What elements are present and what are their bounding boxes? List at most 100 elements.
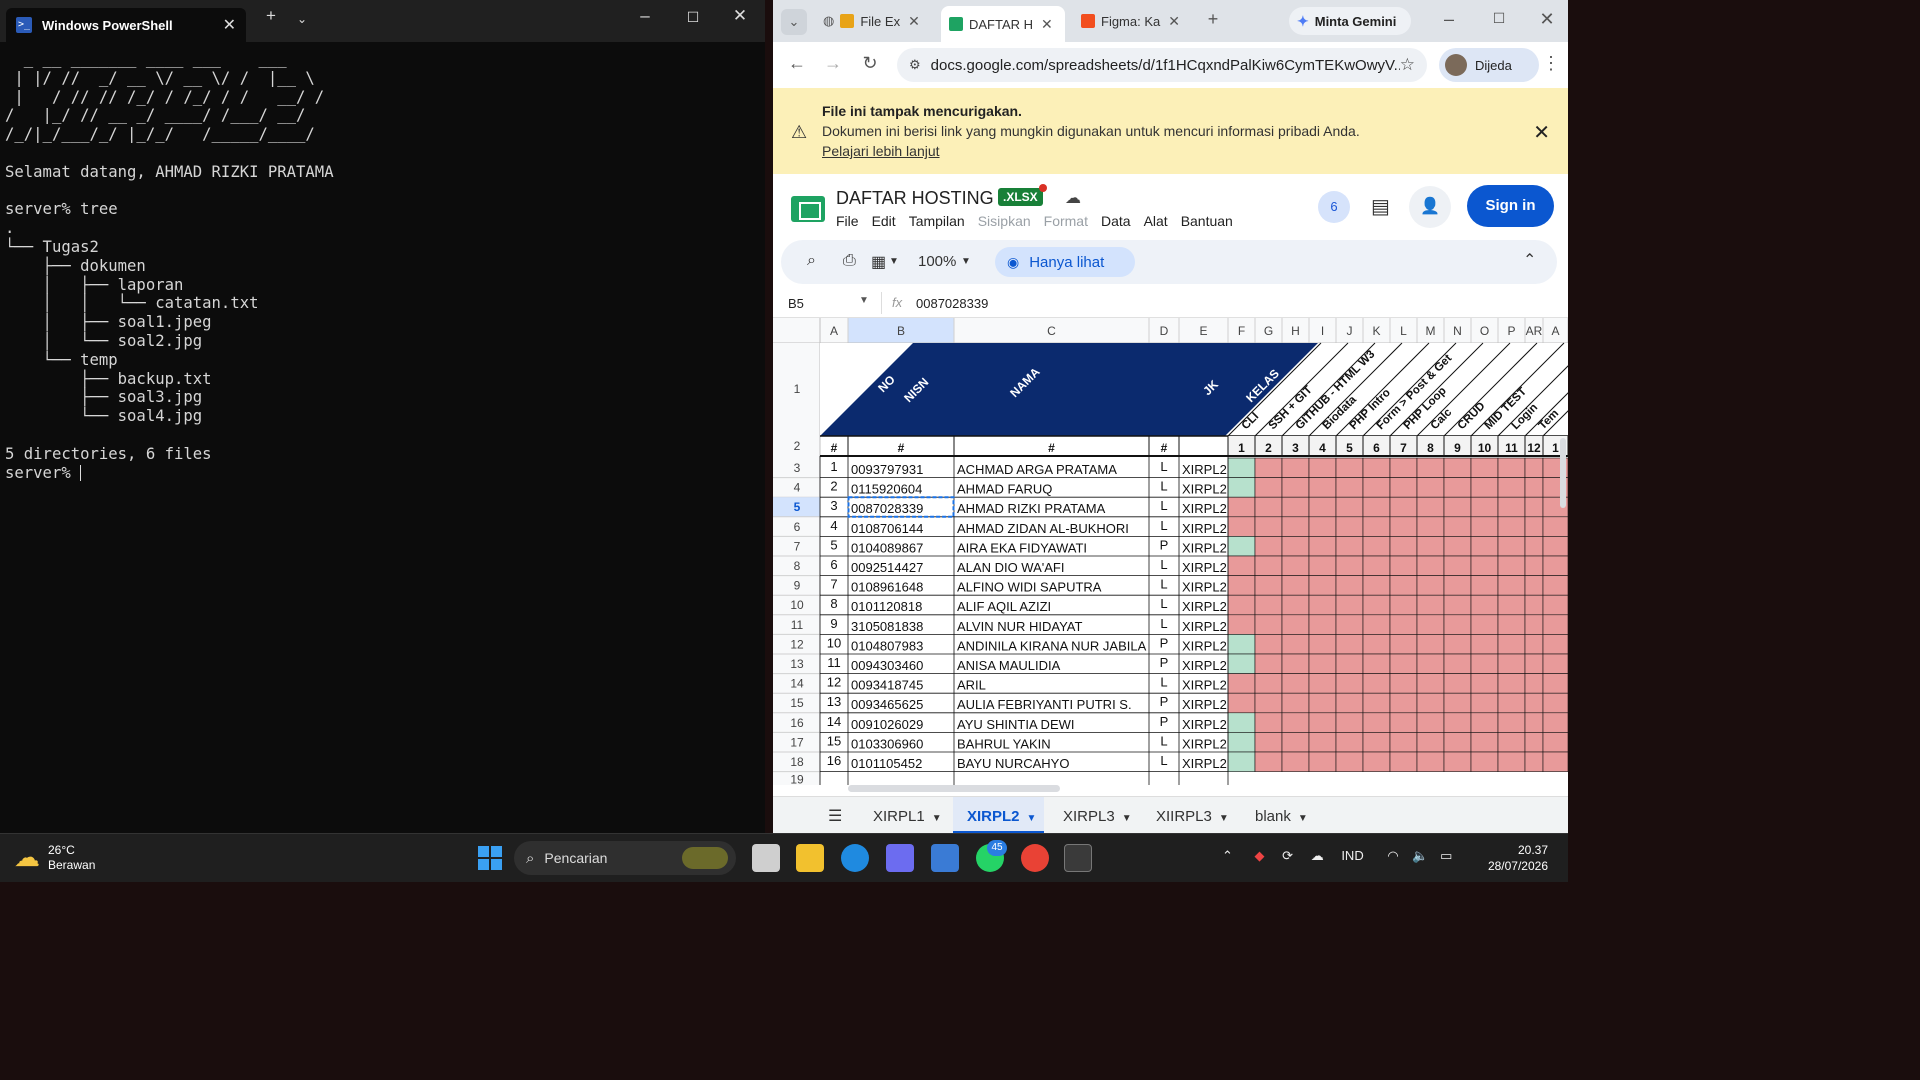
task-cell[interactable] [1524, 653, 1544, 674]
task-cell[interactable] [1524, 614, 1544, 635]
task-cell[interactable] [1308, 653, 1337, 674]
task-cell[interactable] [1362, 634, 1391, 655]
task-cell[interactable] [1416, 516, 1445, 537]
task-cell[interactable] [1335, 575, 1364, 596]
task-cell[interactable] [1443, 712, 1472, 733]
task-cell[interactable] [1308, 496, 1337, 518]
task-cell[interactable] [1254, 536, 1283, 557]
spreadsheet-grid[interactable]: A B C D E F G H I J K L M N O P AR A 1 NO NISN NAMA JK KELAS CLI… [773, 318, 1568, 785]
task-cell[interactable] [1443, 653, 1472, 674]
learn-more-link[interactable]: Pelajari lebih lanjut [822, 143, 940, 159]
sheet-tab-xirpl2[interactable]: XIRPL2 ▼ [953, 797, 1045, 834]
close-tab-icon[interactable]: ✕ [1041, 16, 1053, 33]
task-cell[interactable] [1281, 457, 1310, 478]
task-cell[interactable] [1308, 457, 1337, 478]
task-cell[interactable] [1308, 712, 1337, 733]
powershell-tab[interactable]: >_ Windows PowerShell ✕ [6, 8, 246, 42]
start-button[interactable] [478, 846, 502, 870]
task-cell[interactable] [1281, 712, 1310, 733]
task-cell[interactable] [1416, 536, 1445, 557]
task-cell[interactable] [1389, 496, 1418, 518]
task-cell[interactable] [1497, 457, 1526, 478]
task-cell[interactable] [1416, 692, 1445, 714]
comment-icon[interactable]: ▤ [1371, 194, 1390, 219]
task-cell[interactable] [1281, 516, 1310, 537]
task-cell[interactable] [1227, 516, 1256, 537]
clock[interactable]: 20.37 28/07/2026 [1488, 842, 1548, 874]
task-cell[interactable] [1389, 457, 1418, 478]
chrome-icon[interactable] [1021, 844, 1049, 872]
task-cell[interactable] [1497, 653, 1526, 674]
task-cell[interactable] [1497, 634, 1526, 655]
wifi-icon[interactable]: ◠ [1387, 848, 1398, 863]
task-cell[interactable] [1281, 751, 1310, 772]
task-cell[interactable] [1335, 732, 1364, 753]
task-cell[interactable] [1227, 614, 1256, 635]
task-cell[interactable] [1470, 653, 1499, 674]
task-cell[interactable] [1335, 594, 1364, 616]
task-cell[interactable] [1335, 457, 1364, 478]
task-cell[interactable] [1524, 732, 1544, 753]
task-cell[interactable] [1227, 673, 1256, 694]
task-cell[interactable] [1227, 712, 1256, 733]
task-cell[interactable] [1227, 536, 1256, 557]
task-cell[interactable] [1497, 732, 1526, 753]
task-cell[interactable] [1227, 477, 1256, 498]
name-box[interactable]: B5 [788, 296, 804, 311]
task-cell[interactable] [1335, 496, 1364, 518]
task-cell[interactable] [1443, 575, 1472, 596]
task-cell[interactable] [1497, 614, 1526, 635]
task-cell[interactable] [1281, 594, 1310, 616]
task-cell[interactable] [1542, 732, 1568, 753]
omnibox[interactable]: ⚙ docs.google.com/spreadsheets/d/1f1HCqx… [897, 48, 1427, 82]
task-cell[interactable] [1416, 594, 1445, 616]
task-cell[interactable] [1497, 496, 1526, 518]
task-cell[interactable] [1470, 536, 1499, 557]
task-cell[interactable] [1524, 575, 1544, 596]
task-cell[interactable] [1524, 496, 1544, 518]
task-cell[interactable] [1497, 575, 1526, 596]
task-cell[interactable] [1524, 634, 1544, 655]
gemini-button[interactable]: ✦ Minta Gemini [1289, 7, 1411, 35]
task-cell[interactable] [1281, 614, 1310, 635]
task-cell[interactable] [1308, 614, 1337, 635]
task-cell[interactable] [1227, 751, 1256, 772]
task-cell[interactable] [1524, 594, 1544, 616]
task-cell[interactable] [1416, 575, 1445, 596]
forward-icon[interactable]: → [821, 53, 845, 74]
task-cell[interactable] [1389, 673, 1418, 694]
cloud-icon[interactable]: ☁ [1311, 848, 1324, 863]
menu-edit[interactable]: Edit [872, 213, 896, 229]
task-cell[interactable] [1308, 516, 1337, 537]
task-cell[interactable] [1443, 732, 1472, 753]
task-cell[interactable] [1470, 594, 1499, 616]
task-cell[interactable] [1227, 653, 1256, 674]
task-cell[interactable] [1416, 653, 1445, 674]
profile-button[interactable]: Dijeda [1439, 48, 1539, 82]
browser-tab-figma[interactable]: Figma: Ka ✕ [1073, 6, 1203, 36]
collaborators-badge[interactable]: 6 [1318, 191, 1350, 223]
task-cell[interactable] [1335, 692, 1364, 714]
terminal-output[interactable]: _ __ _______ ____ ___ ___ | |/ // _/ __ … [5, 50, 757, 482]
terminal-icon[interactable] [1064, 844, 1092, 872]
task-cell[interactable] [1524, 516, 1544, 537]
task-cell[interactable] [1389, 536, 1418, 557]
task-cell[interactable] [1470, 634, 1499, 655]
task-cell[interactable] [1308, 536, 1337, 557]
task-cell[interactable] [1335, 516, 1364, 537]
close-window-button[interactable]: ✕ [725, 6, 755, 26]
task-cell[interactable] [1524, 536, 1544, 557]
task-cell[interactable] [1254, 516, 1283, 537]
chevron-down-icon[interactable]: ▼ [1219, 813, 1229, 824]
task-cell[interactable] [1281, 555, 1310, 576]
task-cell[interactable] [1443, 673, 1472, 694]
task-cell[interactable] [1389, 712, 1418, 733]
task-cell[interactable] [1362, 751, 1391, 772]
task-cell[interactable] [1416, 555, 1445, 576]
task-cell[interactable] [1524, 692, 1544, 714]
task-cell[interactable] [1335, 673, 1364, 694]
document-title[interactable]: DAFTAR HOSTING [836, 188, 994, 209]
task-cell[interactable] [1254, 634, 1283, 655]
reload-icon[interactable]: ↻ [858, 53, 882, 74]
menu-bantuan[interactable]: Bantuan [1181, 213, 1233, 229]
